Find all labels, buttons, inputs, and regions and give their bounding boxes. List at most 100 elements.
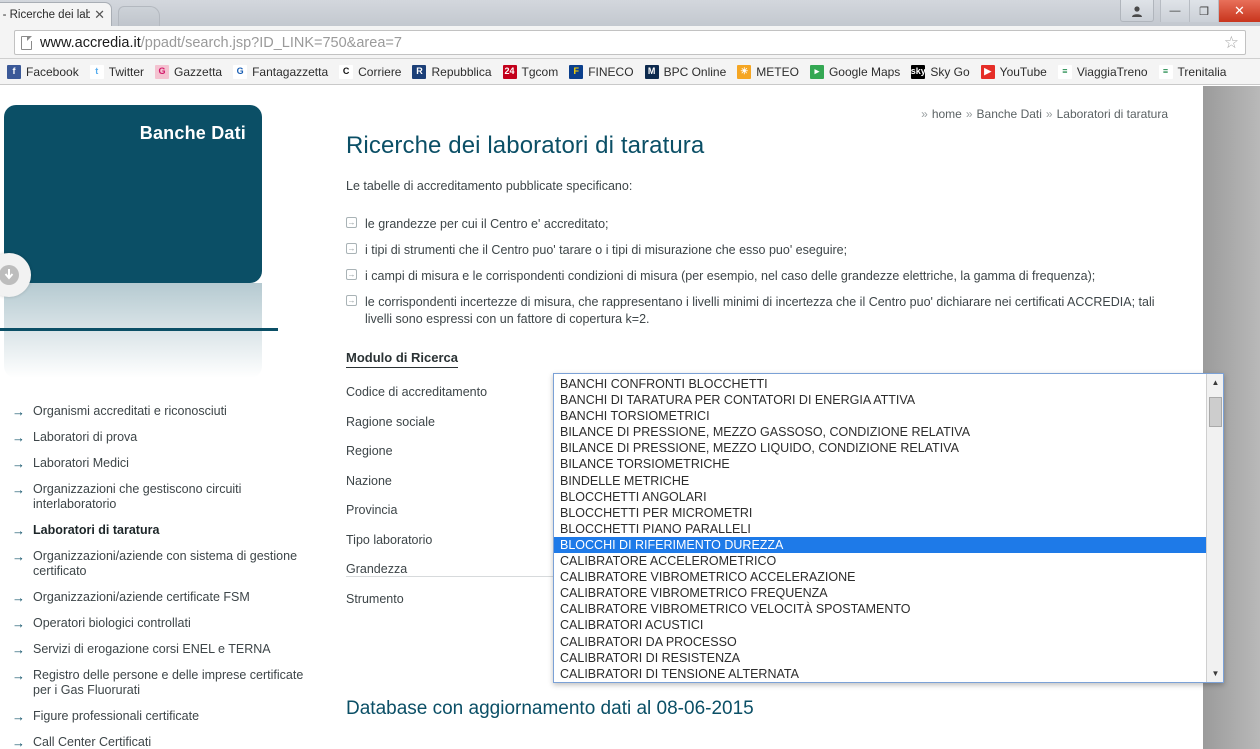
repubblica-icon: R — [412, 64, 427, 79]
bookmark-bpc-online[interactable]: M BPC Online — [640, 62, 732, 82]
bookmark-star-icon[interactable]: ☆ — [1224, 34, 1239, 51]
arrow-right-icon: → — [12, 523, 25, 538]
sidebar-item-laboratori-medici[interactable]: → Laboratori Medici — [12, 456, 312, 471]
arrow-right-icon: → — [12, 549, 25, 564]
url-path: /ppadt/search.jsp?ID_LINK=750&area=7 — [140, 34, 402, 51]
sidebar-item-organizzazioni-aziende-certificate-fsm[interactable]: → Organizzazioni/aziende certificate FSM — [12, 590, 312, 605]
bookmark-label: Twitter — [108, 64, 145, 79]
dropdown-option[interactable]: BANCHI TORSIOMETRICI — [554, 408, 1206, 424]
bullet-text: le grandezze per cui il Centro e' accred… — [365, 217, 609, 231]
sidebar-item-operatori-biologici-controllati[interactable]: → Operatori biologici controllati — [12, 616, 312, 631]
sidebar-item-organizzazioni-aziende-con-sistema-di-ge[interactable]: → Organizzazioni/aziende con sistema di g… — [12, 549, 312, 579]
minimize-button[interactable]: — — [1160, 0, 1189, 22]
dropdown-option[interactable]: CALIBRATORI DI TENSIONE ALTERNATA — [554, 666, 1206, 682]
close-window-button[interactable]: ✕ — [1218, 0, 1260, 22]
dropdown-option[interactable]: CALIBRATORE ACCELEROMETRICO — [554, 553, 1206, 569]
sidebar-item-registro-delle-persone-e-delle-imprese-c[interactable]: → Registro delle persone e delle imprese … — [12, 668, 312, 698]
dropdown-option[interactable]: CALIBRATORI DA PROCESSO — [554, 634, 1206, 650]
breadcrumb-item[interactable]: home — [932, 107, 962, 121]
dropdown-option[interactable]: BILANCE DI PRESSIONE, MEZZO GASSOSO, CON… — [554, 424, 1206, 440]
scrollbar-thumb[interactable] — [1209, 397, 1222, 427]
scroll-up-icon[interactable]: ▲ — [1207, 374, 1224, 391]
download-circle-icon — [0, 265, 19, 285]
maximize-icon: ❐ — [1199, 5, 1209, 18]
bookmark-corriere[interactable]: C Corriere — [334, 62, 406, 82]
breadcrumb-separator: » — [921, 107, 928, 121]
window-controls: — ❐ ✕ — [1120, 0, 1260, 22]
sidebar-item-organismi-accreditati-e-riconosciuti[interactable]: → Organismi accreditati e riconosciuti — [12, 404, 312, 419]
sidebar-item-servizi-di-erogazione-corsi-enel-e-terna[interactable]: → Servizi di erogazione corsi ENEL e TERN… — [12, 642, 312, 657]
arrow-box-icon: → — [346, 217, 357, 228]
bookmark-label: Facebook — [26, 64, 79, 79]
browser-tab[interactable]: a - Ricerche dei lab ✕ — [0, 2, 112, 26]
bookmark-twitter[interactable]: t Twitter — [85, 62, 149, 82]
maximize-button[interactable]: ❐ — [1189, 0, 1218, 22]
field-label-ragione-sociale: Ragione sociale — [346, 414, 435, 429]
dropdown-option[interactable]: BLOCCHETTI ANGOLARI — [554, 489, 1206, 505]
arrow-box-icon: → — [346, 295, 357, 306]
dropdown-option[interactable]: BLOCCHI DI RIFERIMENTO DUREZZA — [554, 536, 1206, 554]
intro-text: Le tabelle di accreditamento pubblicate … — [346, 179, 633, 193]
bookmark-label: METEO — [756, 64, 799, 79]
user-profile-icon[interactable] — [1120, 0, 1154, 22]
breadcrumb-item[interactable]: Banche Dati — [977, 107, 1042, 121]
bullet-text: i campi di misura e le corrispondenti co… — [365, 269, 1096, 283]
bookmarks-bar: f Facebook t Twitter G Gazzetta G Fantagazzetta… — [0, 59, 1260, 85]
bookmark-fantagazzetta[interactable]: G Fantagazzetta — [228, 62, 333, 82]
dropdown-option[interactable]: CALIBRATORE VIBROMETRICO VELOCITÀ SPOSTA… — [554, 601, 1206, 617]
bookmark-meteo[interactable]: ☀ METEO — [732, 62, 804, 82]
bookmark-sky-go[interactable]: sky Sky Go — [906, 62, 974, 82]
arrow-right-icon: → — [12, 590, 25, 605]
bookmark-gazzetta[interactable]: G Gazzetta — [150, 62, 227, 82]
dropdown-option[interactable]: BINDELLE METRICHE — [554, 473, 1206, 489]
tgcom-icon: 24 — [502, 64, 517, 79]
arrow-right-icon: → — [12, 482, 25, 497]
field-label-provincia: Provincia — [346, 503, 398, 517]
dropdown-option[interactable]: CALIBRATORI ACUSTICI — [554, 617, 1206, 633]
scroll-down-icon[interactable]: ▼ — [1207, 665, 1224, 682]
sidebar-item-label: Laboratori di taratura — [33, 523, 160, 537]
dropdown-option[interactable]: CALIBRATORE VIBROMETRICO ACCELERAZIONE — [554, 569, 1206, 585]
address-bar[interactable]: www.accredia.it/ppadt/search.jsp?ID_LINK… — [14, 30, 1246, 55]
bookmark-label: Fantagazzetta — [252, 64, 329, 79]
browser-toolbar: www.accredia.it/ppadt/search.jsp?ID_LINK… — [0, 26, 1260, 59]
fineco-icon: F — [569, 64, 584, 79]
sidebar-item-label: Laboratori di prova — [33, 430, 138, 444]
dropdown-option[interactable]: CALIBRATORI DI RESISTENZA — [554, 650, 1206, 666]
dropdown-option[interactable]: BILANCE DI PRESSIONE, MEZZO LIQUIDO, CON… — [554, 440, 1206, 456]
trenitalia-icon: ≡ — [1158, 64, 1173, 79]
dropdown-option[interactable]: BANCHI DI TARATURA PER CONTATORI DI ENER… — [554, 392, 1206, 408]
dropdown-option[interactable]: CALIBRATORE VIBROMETRICO FREQUENZA — [554, 585, 1206, 601]
bookmark-google-maps[interactable]: ▸ Google Maps — [805, 62, 905, 82]
bookmark-fineco[interactable]: F FINECO — [564, 62, 638, 82]
sidebar-nav: → Organismi accreditati e riconosciuti → La… — [12, 404, 312, 749]
bookmark-facebook[interactable]: f Facebook — [2, 62, 84, 82]
field-label-grandezza: Grandezza — [346, 562, 408, 576]
dropdown-scrollbar[interactable]: ▲ ▼ — [1206, 374, 1223, 682]
sidebar-item-laboratori-di-prova[interactable]: → Laboratori di prova — [12, 430, 312, 445]
breadcrumb-item[interactable]: Laboratori di taratura — [1057, 107, 1168, 121]
bookmark-youtube[interactable]: ▶ YouTube — [976, 62, 1052, 82]
bookmark-tgcom[interactable]: 24 Tgcom — [498, 62, 564, 82]
dropdown-option[interactable]: BLOCCHETTI PIANO PARALLELI — [554, 521, 1206, 537]
sidebar-item-call-center-certificati[interactable]: → Call Center Certificati — [12, 735, 312, 749]
sidebar-item-figure-professionali-certificate[interactable]: → Figure professionali certificate — [12, 709, 312, 724]
sidebar-divider — [0, 328, 278, 331]
bookmark-viaggiatreno[interactable]: ≡ ViaggiaTreno — [1053, 62, 1153, 82]
page-info-icon[interactable] — [21, 35, 32, 50]
close-tab-icon[interactable]: ✕ — [94, 8, 105, 21]
sidebar-item-laboratori-di-taratura[interactable]: → Laboratori di taratura — [12, 523, 312, 538]
dropdown-option[interactable]: BILANCE TORSIOMETRICHE — [554, 456, 1206, 472]
sidebar-item-organizzazioni-che-gestiscono-circuiti-i[interactable]: → Organizzazioni che gestiscono circuiti … — [12, 482, 312, 512]
gazzetta-icon: G — [155, 64, 170, 79]
dropdown-option[interactable]: BLOCCHETTI PER MICROMETRI — [554, 505, 1206, 521]
new-tab-button[interactable] — [118, 6, 160, 26]
field-label-codice-di-accreditamento: Codice di accreditamento — [346, 385, 488, 399]
dropdown-option[interactable]: BANCHI CONFRONTI BLOCCHETTI — [554, 376, 1206, 392]
bookmark-repubblica[interactable]: R Repubblica — [407, 62, 496, 82]
strumento-dropdown-popup[interactable]: BANCHI CONFRONTI BLOCCHETTI BANCHI DI TAR… — [553, 373, 1224, 683]
arrow-right-icon: → — [12, 404, 25, 419]
bookmark-trenitalia[interactable]: ≡ Trenitalia — [1154, 62, 1232, 82]
arrow-right-icon: → — [12, 735, 25, 749]
bookmark-label: Sky Go — [930, 64, 970, 79]
